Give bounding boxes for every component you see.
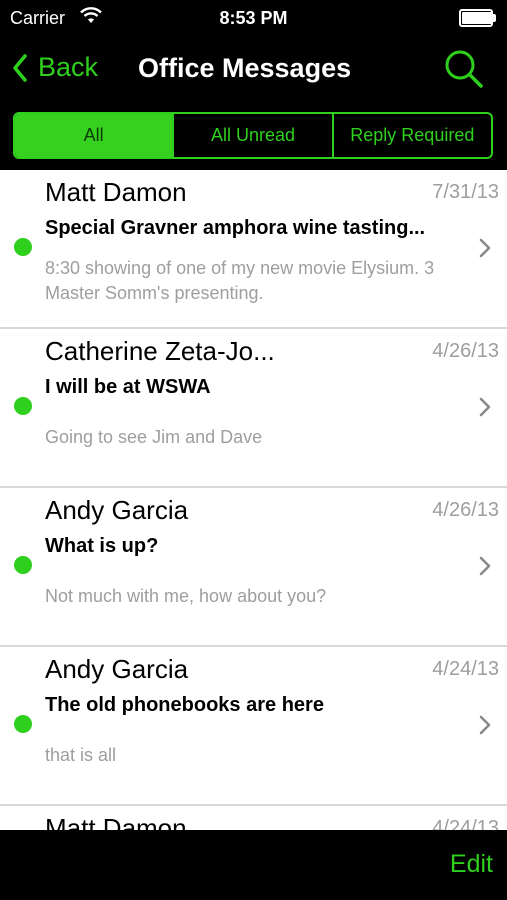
- message-row[interactable]: Andy Garcia 4/26/13 What is up? Not much…: [0, 488, 507, 647]
- message-row[interactable]: Matt Damon 7/31/13 Special Gravner ampho…: [0, 170, 507, 329]
- tab-all-unread[interactable]: All Unread: [174, 114, 334, 157]
- message-filter-control: All All Unread Reply Required: [13, 112, 493, 159]
- unread-dot-icon: [14, 556, 32, 574]
- message-list: Matt Damon 7/31/13 Special Gravner ampho…: [0, 170, 507, 830]
- message-sender: Matt Damon: [45, 177, 187, 207]
- bottom-toolbar: Edit: [0, 830, 507, 900]
- message-sender: Matt Damon: [45, 813, 187, 830]
- tab-reply-required[interactable]: Reply Required: [334, 114, 491, 157]
- page-title: Office Messages: [138, 53, 352, 83]
- unread-dot-icon: [14, 715, 32, 733]
- message-subject: The old phonebooks are here: [45, 694, 324, 716]
- message-sender: Catherine Zeta-Jo...: [45, 336, 275, 366]
- chevron-right-icon: [479, 715, 491, 735]
- unread-dot-icon: [14, 238, 32, 256]
- battery-icon: [459, 9, 496, 27]
- message-date: 4/26/13: [432, 340, 499, 362]
- message-row[interactable]: Andy Garcia 4/24/13 The old phonebooks a…: [0, 647, 507, 806]
- status-time: 8:53 PM: [219, 8, 288, 28]
- status-bar: Carrier 8:53 PM: [0, 0, 507, 36]
- search-icon[interactable]: [443, 48, 485, 90]
- edit-button[interactable]: Edit: [450, 850, 493, 879]
- back-button-label: Back: [38, 52, 99, 82]
- chevron-left-icon: [13, 53, 27, 82]
- chevron-right-icon: [479, 397, 491, 417]
- message-preview: Going to see Jim and Dave: [45, 427, 263, 447]
- message-subject: What is up?: [45, 535, 159, 557]
- navigation-bar: Back Office Messages: [0, 36, 507, 102]
- message-preview: Not much with me, how about you?: [45, 586, 327, 606]
- message-subject: I will be at WSWA: [45, 376, 211, 398]
- message-date: 4/26/13: [432, 499, 499, 521]
- message-date: 4/24/13: [432, 658, 499, 680]
- tab-all[interactable]: All: [15, 114, 175, 157]
- message-row[interactable]: Matt Damon 4/24/13: [0, 806, 507, 830]
- back-button[interactable]: Back: [12, 52, 98, 83]
- message-date: 7/31/13: [432, 181, 499, 203]
- chevron-right-icon: [479, 556, 491, 576]
- unread-dot-icon: [14, 397, 32, 415]
- message-sender: Andy Garcia: [45, 654, 189, 684]
- message-date: 4/24/13: [432, 817, 499, 830]
- chevron-right-icon: [479, 238, 491, 258]
- message-row[interactable]: Catherine Zeta-Jo... 4/26/13 I will be a…: [0, 329, 507, 488]
- message-subject: Special Gravner amphora wine tasting...: [45, 217, 426, 239]
- message-preview: that is all: [45, 745, 117, 765]
- message-sender: Andy Garcia: [45, 495, 189, 525]
- message-preview: 8:30 showing of one of my new movie Elys…: [45, 258, 435, 303]
